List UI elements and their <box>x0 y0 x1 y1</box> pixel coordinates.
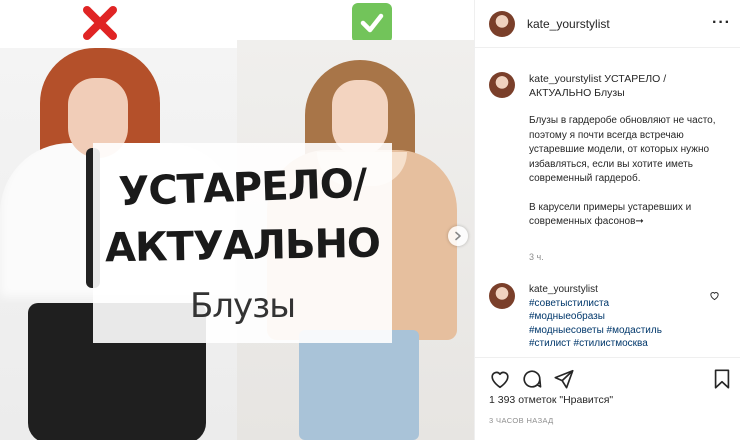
caption-avatar[interactable] <box>489 72 515 98</box>
hashtag-link[interactable]: #модныесоветы <box>529 325 604 336</box>
bookmark-icon[interactable] <box>711 368 733 390</box>
comment-avatar[interactable] <box>489 283 515 309</box>
check-mark-icon <box>351 2 393 44</box>
caption-heading: kate_yourstylist УСТАРЕЛО / АКТУАЛЬНО Бл… <box>529 72 727 100</box>
post-actions-bar: 1 393 отметок "Нравится" 3 ЧАСОВ НАЗАД <box>475 357 740 440</box>
post-header: kate_yourstylist ··· <box>475 0 740 48</box>
chevron-right-icon <box>455 231 461 241</box>
hashtag-link[interactable]: #стилистмосква <box>574 338 648 349</box>
post-side-panel: kate_yourstylist ··· kate_yourstylist УС… <box>474 0 740 440</box>
comment-username[interactable]: kate_yourstylist <box>529 284 598 295</box>
comments-area: kate_yourstylist УСТАРЕЛО / АКТУАЛЬНО Бл… <box>475 58 740 356</box>
likes-count[interactable]: 1 393 отметок "Нравится" <box>489 394 613 406</box>
caption-time: 3 ч. <box>529 252 544 262</box>
share-icon[interactable] <box>553 368 575 390</box>
hashtag-link[interactable]: #стилист <box>529 338 571 349</box>
caption-paragraph-2: В карусели примеры устаревших и современ… <box>529 201 692 228</box>
avatar[interactable] <box>489 10 515 37</box>
more-options-icon[interactable]: ··· <box>712 14 731 32</box>
header-username[interactable]: kate_yourstylist <box>527 17 610 31</box>
hashtag-link[interactable]: #советыстилиста <box>529 298 609 309</box>
hashtag-link[interactable]: #модныеобразы <box>529 311 605 322</box>
overlay-subtitle: Блузы <box>189 286 296 326</box>
comment-like-heart-icon[interactable] <box>709 288 720 306</box>
hashtag-link[interactable]: #модастиль <box>607 325 662 336</box>
post-title-card: УСТАРЕЛО/ АКТУАЛЬНО Блузы <box>93 143 392 343</box>
heart-icon[interactable] <box>489 368 511 390</box>
caption-username[interactable]: kate_yourstylist <box>529 73 601 85</box>
comment-icon[interactable] <box>521 368 543 390</box>
caption-paragraph-1: Блузы в гардеробе обновляют не часто, по… <box>529 115 716 184</box>
caption-body: Блузы в гардеробе обновляют не часто, по… <box>529 114 729 244</box>
carousel-next-button[interactable] <box>448 226 468 246</box>
overlay-title-line2: АКТУАЛЬНО <box>104 220 381 272</box>
comment-text: kate_yourstylist #советыстилиста #модные… <box>529 283 709 351</box>
cross-mark-icon <box>79 2 121 44</box>
post-media: УСТАРЕЛО/ АКТУАЛЬНО Блузы <box>0 0 474 440</box>
overlay-title-line1: УСТАРЕЛО/ <box>117 160 368 216</box>
post-timestamp[interactable]: 3 ЧАСОВ НАЗАД <box>489 416 554 425</box>
